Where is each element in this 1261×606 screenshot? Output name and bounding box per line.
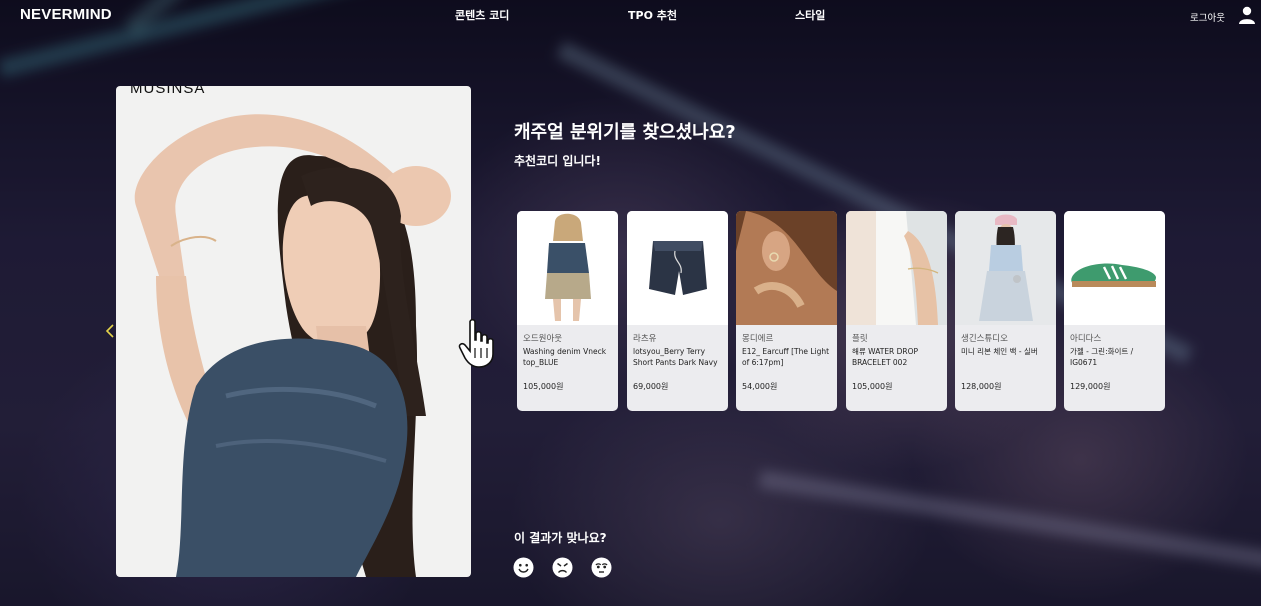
product-price: 105,000원: [523, 382, 564, 391]
product-name: 해류 WATER DROP BRACELET 002: [852, 347, 919, 367]
hand-pointer-cursor-icon: [458, 318, 494, 368]
feedback-question: 이 결과가 맞나요?: [514, 531, 607, 545]
product-brand: 라츠유: [633, 334, 657, 344]
product-brand: 아디다스: [1070, 334, 1102, 344]
product-brand: 생긴스튜디오: [961, 334, 1008, 344]
recommend-subtitle: 추천코디 입니다!: [514, 154, 601, 168]
product-name: E12_ Earcuff [The Light of 6:17pm]: [742, 347, 830, 367]
product-image: [517, 211, 618, 325]
product-brand: 플릿: [852, 334, 868, 344]
product-brand: 몽디에르: [742, 334, 774, 344]
neutral-face-icon[interactable]: [591, 557, 612, 578]
product-card[interactable]: 라츠유 lotsyou_Berry Terry Short Pants Dark…: [627, 211, 728, 411]
logout-link[interactable]: 로그아웃: [1190, 10, 1225, 24]
smile-face-icon[interactable]: [513, 557, 534, 578]
photo-brand-watermark: MUSINSA: [130, 86, 206, 97]
product-card[interactable]: 몽디에르 E12_ Earcuff [The Light of 6:17pm] …: [736, 211, 837, 411]
product-name: 가젤 - 그린:화이트 / IG0671: [1070, 347, 1134, 367]
product-image: [955, 211, 1056, 325]
site-logo[interactable]: NEVERMIND: [20, 6, 112, 23]
product-brand: 오드원아웃: [523, 334, 563, 344]
prev-arrow-icon[interactable]: [105, 323, 115, 339]
product-name: lotsyou_Berry Terry Short Pants Dark Nav…: [633, 347, 718, 367]
model-illustration: [134, 114, 451, 577]
nav-style[interactable]: 스타일: [795, 7, 825, 23]
product-card[interactable]: 오드원아웃 Washing denim Vneck top_BLUE 105,0…: [517, 211, 618, 411]
product-name: Washing denim Vneck top_BLUE: [523, 347, 607, 367]
user-icon[interactable]: [1238, 6, 1256, 24]
product-image: [736, 211, 837, 325]
product-price: 128,000원: [961, 382, 1002, 391]
recommend-title: 캐주얼 분위기를 찾으셨나요?: [514, 122, 736, 143]
product-price: 105,000원: [852, 382, 893, 391]
product-image: [1064, 211, 1165, 325]
angry-face-icon[interactable]: [552, 557, 573, 578]
product-image: [627, 211, 728, 325]
product-price: 54,000원: [742, 382, 778, 391]
product-card[interactable]: 아디다스 가젤 - 그린:화이트 / IG0671 129,000원: [1064, 211, 1165, 411]
product-image: [846, 211, 947, 325]
product-price: 129,000원: [1070, 382, 1111, 391]
model-photo: MUSINSA: [116, 86, 471, 577]
product-price: 69,000원: [633, 382, 669, 391]
top-nav-bar: NEVERMIND 콘텐츠 코디 TPO 추천 스타일 로그아웃: [0, 0, 1261, 28]
product-card[interactable]: 생긴스튜디오 미니 리본 체인 백 - 실버 128,000원: [955, 211, 1056, 411]
nav-content-coordi[interactable]: 콘텐츠 코디: [455, 7, 509, 23]
nav-tpo-recommend[interactable]: TPO 추천: [628, 7, 677, 23]
product-name: 미니 리본 체인 백 - 실버: [961, 347, 1038, 356]
product-card[interactable]: 플릿 해류 WATER DROP BRACELET 002 105,000원: [846, 211, 947, 411]
